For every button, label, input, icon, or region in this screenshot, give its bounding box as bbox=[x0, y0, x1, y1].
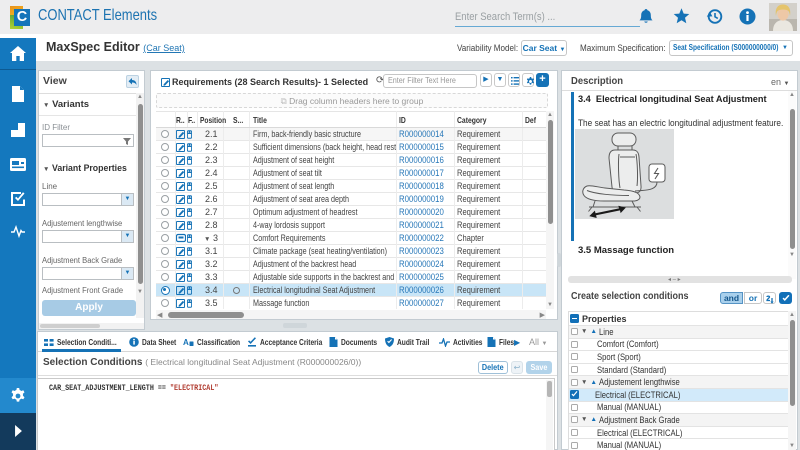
svg-text:A: A bbox=[183, 338, 189, 347]
